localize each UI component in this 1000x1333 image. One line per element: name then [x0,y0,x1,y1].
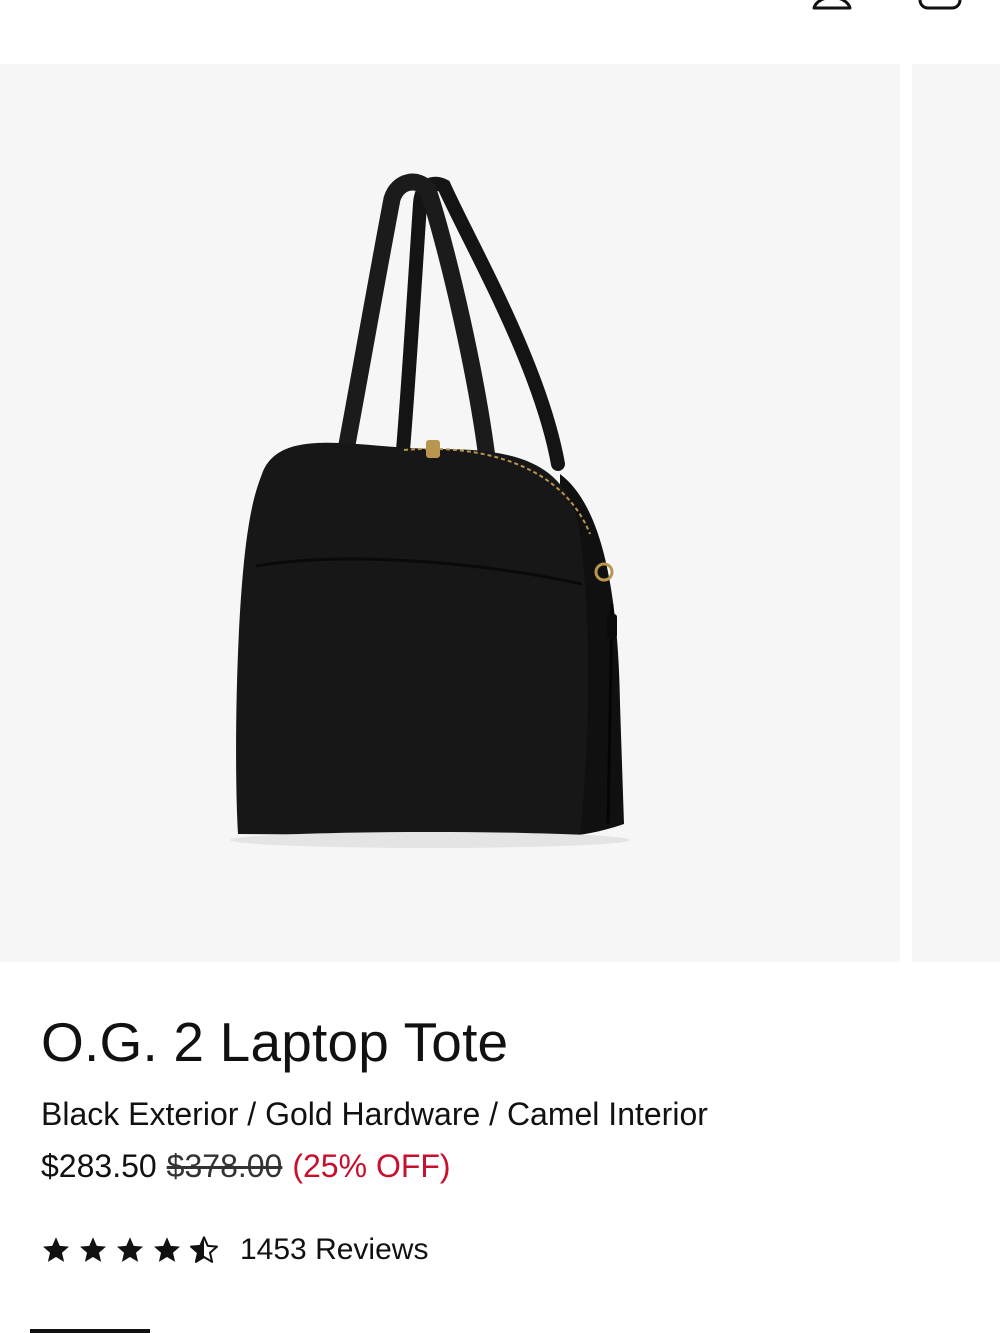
star-full-icon [117,1237,143,1262]
original-price: $378.00 [166,1148,283,1184]
product-variant: Black Exterior / Gold Hardware / Camel I… [41,1096,708,1132]
product-page: LO & SONS [0,0,1000,1333]
product-image-carousel[interactable] [0,64,1000,962]
site-header: LO & SONS [0,0,1000,64]
discount-label: (25% OFF) [292,1148,451,1184]
product-info: O.G. 2 Laptop Tote Black Exterior / Gold… [41,1000,961,1186]
star-full-icon [80,1237,106,1262]
product-image [230,173,630,848]
price-row: $283.50 $378.00 (25% OFF) [41,1146,961,1186]
star-rating [41,1235,226,1265]
sale-price: $283.50 [41,1148,157,1184]
brand-logo[interactable]: LO & SONS [340,0,660,10]
star-half-icon [190,1236,218,1263]
brand-logo-text: LO & SONS [340,0,660,10]
reviews-count-link[interactable]: 1453 Reviews [240,1233,428,1267]
star-full-icon [43,1237,69,1262]
product-title: O.G. 2 Laptop Tote [41,1011,509,1073]
account-icon[interactable] [808,0,856,12]
shopping-bag-icon[interactable] [914,0,966,14]
product-image-slide[interactable] [0,64,900,962]
star-full-icon [154,1237,180,1262]
rating-summary[interactable]: 1453 Reviews [41,1228,428,1272]
search-icon[interactable] [142,0,186,12]
section-divider [30,1329,150,1333]
next-image-slide-peek[interactable] [912,64,1000,962]
